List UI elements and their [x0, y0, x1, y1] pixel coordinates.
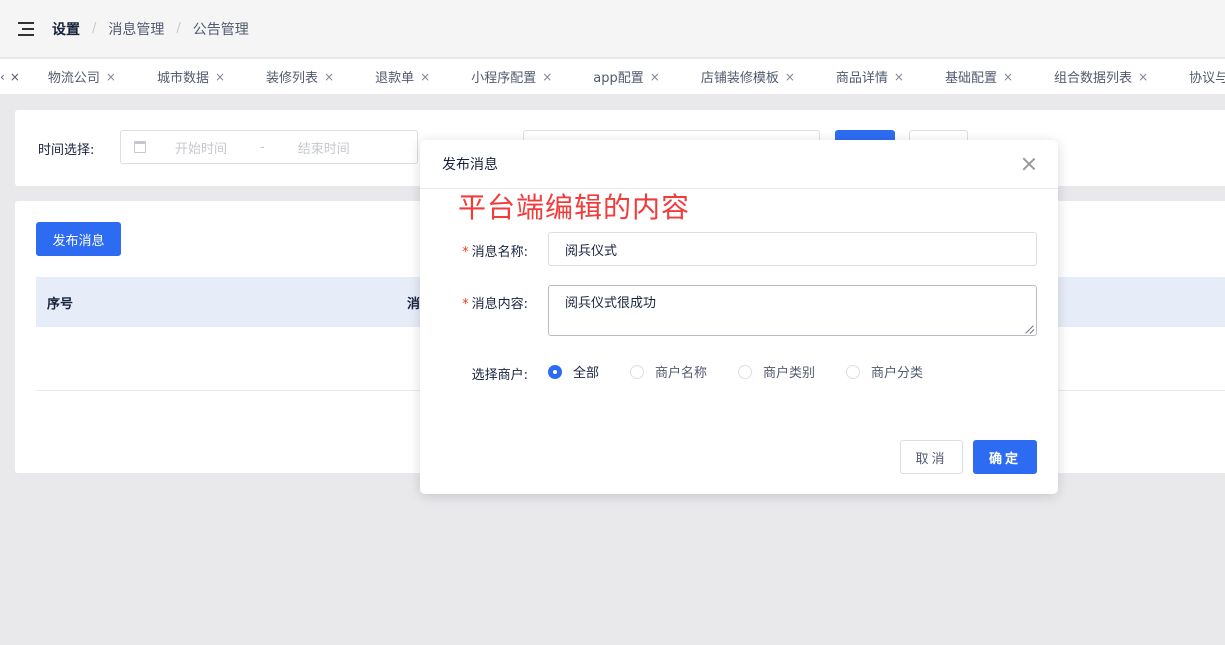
- tab-label: 城市数据: [156, 71, 209, 86]
- tab-app-config[interactable]: app配置 ×: [565, 67, 673, 87]
- publish-message-dialog: 发布消息 平台端编辑的内容 *消息名称: *消息内容: 阅兵仪式很成功 选择商户…: [420, 140, 1058, 494]
- resize-handle-icon[interactable]: [1024, 324, 1034, 334]
- message-content-textarea[interactable]: 阅兵仪式很成功: [548, 285, 1037, 336]
- close-icon[interactable]: ×: [420, 70, 430, 84]
- tab-scroll-prev[interactable]: ‹ ×: [0, 70, 20, 84]
- menu-toggle-icon[interactable]: [18, 21, 34, 36]
- tab-miniprogram-config[interactable]: 小程序配置 ×: [443, 67, 565, 87]
- required-mark: *: [462, 245, 469, 260]
- close-icon[interactable]: ×: [542, 70, 552, 84]
- close-icon[interactable]: ×: [10, 70, 20, 84]
- close-icon[interactable]: ×: [106, 70, 116, 84]
- breadcrumb-separator: /: [92, 21, 97, 36]
- breadcrumb: 设置 / 消息管理 / 公告管理: [52, 19, 249, 39]
- top-header: 设置 / 消息管理 / 公告管理: [0, 0, 1225, 58]
- close-icon[interactable]: ×: [324, 70, 334, 84]
- tabs-bar: ‹ × 物流公司 × 城市数据 × 装修列表 × 退款单 × 小程序配置 × app配置 ×…: [0, 59, 1225, 95]
- tab-label: 退款单: [375, 71, 415, 86]
- end-time-placeholder: 结束时间: [297, 141, 350, 157]
- close-icon[interactable]: ×: [650, 70, 660, 84]
- tab-label: 物流公司: [47, 71, 100, 86]
- radio-unchecked-icon[interactable]: [846, 364, 861, 379]
- time-select-label: 时间选择:: [38, 143, 95, 158]
- tab-label: 协议与规: [1189, 71, 1225, 86]
- message-content-label-text: 消息内容:: [471, 297, 528, 312]
- message-name-label: * 消息名称:: [418, 241, 528, 260]
- radio-label: 商户名称: [655, 366, 708, 381]
- merchant-radio-group: 全部 商户名称 商户类别 商户分类: [548, 362, 954, 381]
- radio-merchant-category[interactable]: 商户分类: [846, 362, 923, 381]
- start-time-placeholder: 开始时间: [175, 141, 228, 157]
- range-separator: -: [260, 139, 265, 155]
- tab-label: 商品详情: [835, 71, 888, 86]
- tab-basic-config[interactable]: 基础配置 ×: [917, 67, 1026, 87]
- tab-label: 基础配置: [944, 71, 997, 86]
- merchant-select-label: 选择商户:: [471, 368, 528, 383]
- tab-label: 店铺装修模板: [700, 71, 779, 86]
- publish-message-button[interactable]: 发布消息: [36, 222, 121, 256]
- cancel-button[interactable]: 取消: [900, 440, 963, 474]
- close-icon[interactable]: [1022, 157, 1036, 171]
- close-icon[interactable]: ×: [785, 70, 795, 84]
- calendar-icon: [134, 141, 146, 153]
- column-header-seq: 序号: [47, 296, 74, 312]
- tab-label: 装修列表: [266, 71, 319, 86]
- tab-city-data[interactable]: 城市数据 ×: [129, 67, 238, 87]
- tab-combo-data-list[interactable]: 组合数据列表 ×: [1026, 67, 1161, 87]
- tab-label: 小程序配置: [471, 71, 537, 86]
- radio-label: 商户分类: [871, 366, 924, 381]
- radio-all[interactable]: 全部: [548, 362, 599, 381]
- radio-label: 商户类别: [763, 366, 816, 381]
- close-icon[interactable]: ×: [215, 70, 225, 84]
- required-mark: *: [462, 297, 469, 312]
- breadcrumb-item-message-management[interactable]: 消息管理: [108, 19, 164, 39]
- message-name-input[interactable]: [548, 232, 1037, 266]
- tab-refund[interactable]: 退款单 ×: [347, 67, 443, 87]
- date-range-picker[interactable]: 开始时间 - 结束时间: [120, 130, 418, 164]
- confirm-button[interactable]: 确定: [973, 440, 1037, 474]
- chevron-left-icon: ‹: [0, 69, 5, 84]
- message-name-label-text: 消息名称:: [471, 245, 528, 260]
- tab-product-detail[interactable]: 商品详情 ×: [808, 67, 917, 87]
- radio-merchant-type[interactable]: 商户类别: [738, 362, 815, 381]
- breadcrumb-separator: /: [176, 21, 181, 36]
- message-content-label: * 消息内容:: [418, 293, 528, 312]
- close-icon[interactable]: ×: [1138, 70, 1148, 84]
- close-icon[interactable]: ×: [894, 70, 904, 84]
- tab-shop-template[interactable]: 店铺装修模板 ×: [673, 67, 808, 87]
- tab-agreement[interactable]: 协议与规: [1161, 67, 1225, 86]
- radio-unchecked-icon[interactable]: [630, 364, 645, 379]
- dialog-header: 发布消息: [420, 140, 1058, 189]
- annotation-text: 平台端编辑的内容: [458, 191, 691, 224]
- tab-label: app配置: [593, 71, 644, 86]
- dialog-title: 发布消息: [442, 157, 498, 173]
- radio-label: 全部: [573, 366, 600, 381]
- close-icon[interactable]: ×: [1003, 70, 1013, 84]
- radio-checked-icon[interactable]: [548, 364, 562, 379]
- tab-decoration-list[interactable]: 装修列表 ×: [238, 67, 347, 87]
- radio-unchecked-icon[interactable]: [738, 364, 753, 379]
- tab-label: 组合数据列表: [1054, 71, 1133, 86]
- breadcrumb-item-settings[interactable]: 设置: [52, 19, 80, 39]
- radio-merchant-name[interactable]: 商户名称: [630, 362, 707, 381]
- breadcrumb-item-announcement-management: 公告管理: [192, 21, 249, 38]
- tab-logistics[interactable]: 物流公司 ×: [20, 67, 129, 87]
